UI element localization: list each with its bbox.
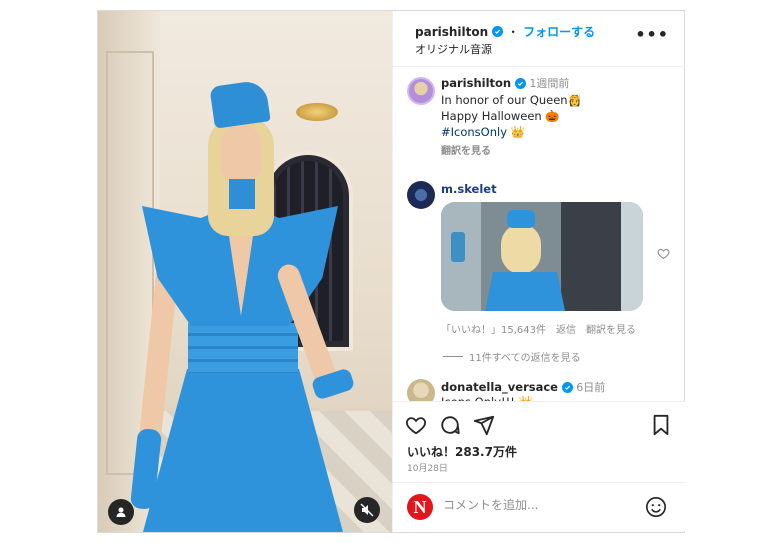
- heart-icon[interactable]: [657, 247, 670, 260]
- commenter-avatar[interactable]: N: [407, 494, 433, 520]
- verified-icon: [561, 382, 573, 393]
- post-header: parishilton ・ フォローする オリジナル音源 •••: [393, 11, 685, 67]
- comment-image[interactable]: [441, 202, 643, 311]
- verified-icon: [492, 26, 504, 37]
- emoji-icon[interactable]: [645, 496, 667, 518]
- comment-icon[interactable]: [439, 414, 461, 436]
- post-date[interactable]: 10月28日: [407, 461, 448, 474]
- post-side-panel: parishilton ・ フォローする オリジナル音源 ••• parishi…: [392, 11, 685, 532]
- header-separator: ・: [507, 25, 520, 39]
- caption-line-2: Happy Halloween 🎃: [441, 109, 560, 123]
- replies-line: [443, 356, 463, 357]
- comment2-time[interactable]: 6日前: [576, 381, 605, 394]
- comment-input[interactable]: [443, 498, 633, 512]
- audio-label[interactable]: オリジナル音源: [415, 41, 492, 57]
- comment2-username[interactable]: donatella_versace: [441, 380, 558, 394]
- comment-reply-link[interactable]: 返信: [556, 321, 576, 336]
- more-icon[interactable]: •••: [635, 25, 669, 44]
- caption-translate-link[interactable]: 翻訳を見る: [441, 144, 671, 160]
- view-replies[interactable]: 11件すべての返信を見る: [443, 349, 581, 364]
- mute-icon: [360, 503, 374, 517]
- post-container: parishilton ・ フォローする オリジナル音源 ••• parishi…: [97, 10, 685, 533]
- caption-hashtag[interactable]: #IconsOnly 👑: [441, 124, 671, 140]
- comment-meta: 「いいね！」15,643件 返信 翻訳を見る: [441, 321, 636, 336]
- comment-composer: N: [393, 482, 685, 532]
- caption-username[interactable]: parishilton: [441, 76, 511, 90]
- comment-username[interactable]: m.skelet: [441, 182, 497, 196]
- comment2-header: donatella_versace 6日前: [441, 379, 605, 395]
- likes-count[interactable]: いいね！283.7万件: [407, 443, 517, 460]
- photo-belt: [188, 323, 298, 373]
- mute-button[interactable]: [354, 497, 380, 523]
- view-replies-label: 11件すべての返信を見る: [469, 353, 581, 364]
- comment-likes[interactable]: 「いいね！」15,643件: [441, 321, 546, 336]
- caption-line-1: In honor of our Queen👸: [441, 93, 582, 107]
- share-icon[interactable]: [473, 414, 495, 436]
- verified-icon: [514, 78, 526, 89]
- post-media[interactable]: [98, 11, 392, 532]
- photo-chandelier: [296, 103, 338, 121]
- caption-avatar[interactable]: [407, 77, 435, 105]
- heart-icon[interactable]: [405, 414, 427, 436]
- user-tag-icon: [116, 507, 126, 517]
- comment-avatar[interactable]: [407, 181, 435, 209]
- user-tag-button[interactable]: [108, 499, 134, 525]
- follow-button[interactable]: フォローする: [523, 23, 595, 40]
- caption-time[interactable]: 1週間前: [529, 77, 569, 90]
- header-user-row: parishilton ・ フォローする: [415, 23, 595, 40]
- bookmark-icon[interactable]: [651, 414, 671, 436]
- caption: parishilton 1週間前 In honor of our Queen👸 …: [441, 75, 671, 160]
- header-username[interactable]: parishilton: [415, 25, 488, 39]
- photo-face: [221, 124, 261, 184]
- actions-section: いいね！283.7万件 10月28日 N: [393, 401, 685, 531]
- photo-collar: [229, 179, 255, 209]
- comment-translate-link[interactable]: 翻訳を見る: [586, 321, 636, 336]
